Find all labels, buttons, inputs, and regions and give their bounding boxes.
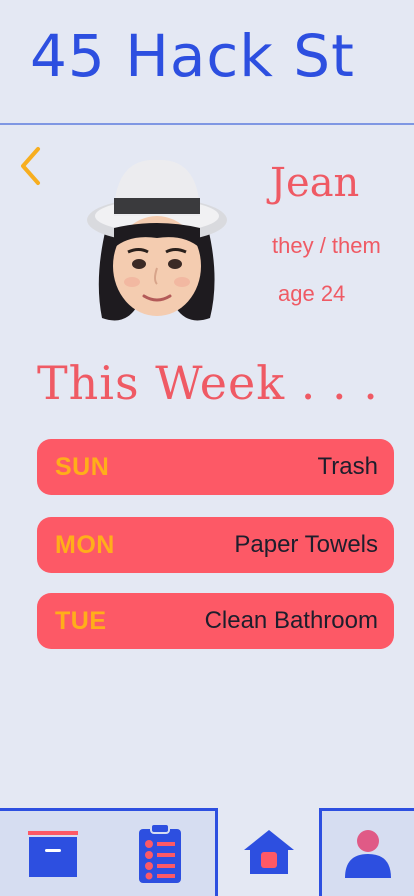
chore-item-sun[interactable]: SUN Trash [37,439,394,495]
bottom-nav [0,808,414,896]
chore-day: SUN [55,452,110,481]
profile-age: age 24 [278,281,346,306]
chore-task: Trash [317,453,378,480]
chore-day: MON [55,530,115,559]
profile-name: Jean [270,160,360,206]
chore-day: TUE [55,606,107,635]
chevron-left-icon [21,147,40,185]
profile-icon [345,829,391,878]
avatar [84,158,230,328]
chore-item-tue[interactable]: TUE Clean Bathroom [37,593,394,649]
nav-left-group [0,808,218,896]
checklist-icon [139,822,181,883]
back-button[interactable] [18,146,46,186]
nav-checklist-button[interactable] [105,811,215,896]
week-title: This Week . . . [37,356,379,410]
home-icon [243,830,294,874]
nav-inbox-button[interactable] [0,811,105,896]
nav-profile-button[interactable] [319,808,414,896]
chore-item-mon[interactable]: MON Paper Towels [37,517,394,573]
house-address-title: 45 Hack St [30,22,355,90]
inbox-icon [27,830,78,877]
profile-pronouns: they / them [272,233,381,258]
nav-home-button[interactable] [218,808,319,896]
chore-task: Clean Bathroom [204,607,378,634]
chore-list: SUN Trash MON Paper Towels TUE Clean Bat… [37,439,394,671]
app-header: 45 Hack St [0,0,414,125]
chore-task: Paper Towels [234,531,378,558]
